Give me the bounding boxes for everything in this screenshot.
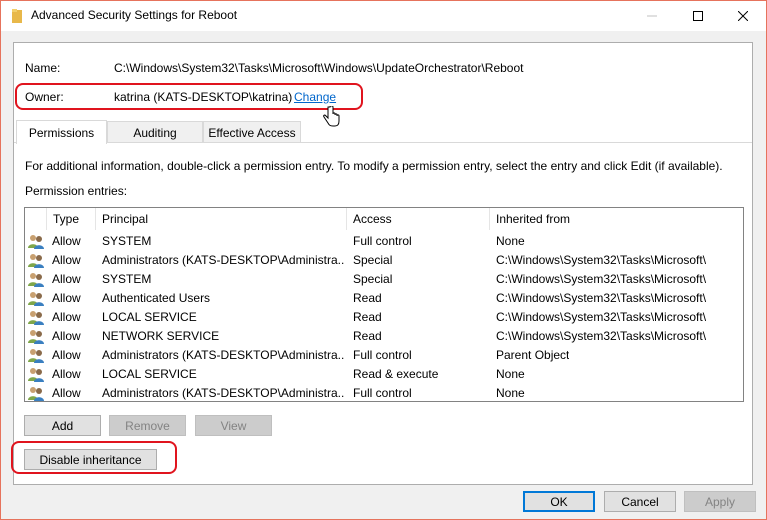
tab-permissions[interactable]: Permissions bbox=[16, 120, 107, 144]
entry-type: Allow bbox=[52, 329, 81, 343]
list-header: Type Principal Access Inherited from bbox=[25, 208, 743, 230]
entry-principal: LOCAL SERVICE bbox=[102, 310, 197, 324]
owner-label: Owner: bbox=[25, 90, 64, 104]
entry-inherited-from: C:\Windows\System32\Tasks\Microsoft\ bbox=[496, 253, 707, 267]
disable-inheritance-button[interactable]: Disable inheritance bbox=[24, 449, 157, 470]
entry-inherited-from: None bbox=[496, 367, 525, 381]
entry-access: Special bbox=[353, 253, 393, 267]
tab-effective-access[interactable]: Effective Access bbox=[203, 121, 301, 143]
column-header-access[interactable]: Access bbox=[347, 208, 490, 230]
entry-principal: Authenticated Users bbox=[102, 291, 211, 305]
users-icon bbox=[28, 310, 44, 325]
minimize-button[interactable] bbox=[629, 1, 675, 31]
entry-inherited-from: C:\Windows\System32\Tasks\Microsoft\ bbox=[496, 329, 707, 343]
permission-entry-row[interactable]: Allow LOCAL SERVICE Read & execute None bbox=[25, 365, 743, 384]
entry-access: Read bbox=[353, 291, 382, 305]
title-bar[interactable]: Advanced Security Settings for Reboot bbox=[1, 1, 766, 31]
name-label: Name: bbox=[25, 61, 61, 75]
change-owner-link[interactable]: Change bbox=[294, 90, 336, 104]
info-text: For additional information, double-click… bbox=[25, 159, 723, 173]
entry-principal: Administrators (KATS-DESKTOP\Administra.… bbox=[102, 253, 344, 267]
column-header-principal[interactable]: Principal bbox=[96, 208, 347, 230]
ok-button[interactable]: OK bbox=[523, 491, 595, 512]
tab-auditing[interactable]: Auditing bbox=[107, 121, 203, 143]
name-value: C:\Windows\System32\Tasks\Microsoft\Wind… bbox=[114, 61, 524, 75]
users-icon bbox=[28, 272, 44, 287]
users-icon bbox=[28, 386, 44, 401]
add-button[interactable]: Add bbox=[24, 415, 101, 436]
remove-button[interactable]: Remove bbox=[109, 415, 186, 436]
users-icon bbox=[28, 234, 44, 249]
column-header-icon[interactable] bbox=[25, 208, 47, 230]
hand-cursor-icon bbox=[323, 106, 340, 127]
permission-entries-label: Permission entries: bbox=[25, 184, 128, 198]
permission-entry-row[interactable]: Allow LOCAL SERVICE Read C:\Windows\System3… bbox=[25, 308, 743, 327]
maximize-icon bbox=[693, 11, 703, 21]
entry-access: Full control bbox=[353, 386, 412, 400]
entry-inherited-from: C:\Windows\System32\Tasks\Microsoft\ bbox=[496, 310, 707, 324]
cancel-button[interactable]: Cancel bbox=[604, 491, 676, 512]
users-icon bbox=[28, 329, 44, 344]
entry-access: Read & execute bbox=[353, 367, 439, 381]
users-icon bbox=[28, 348, 44, 363]
entry-type: Allow bbox=[52, 348, 81, 362]
entry-inherited-from: C:\Windows\System32\Tasks\Microsoft\ bbox=[496, 291, 707, 305]
tab-divider bbox=[14, 142, 752, 143]
entry-type: Allow bbox=[52, 272, 81, 286]
entry-type: Allow bbox=[52, 291, 81, 305]
main-panel: Name: C:\Windows\System32\Tasks\Microsof… bbox=[11, 42, 753, 485]
permission-entry-row[interactable]: Allow Administrators (KATS-DESKTOP\Admini… bbox=[25, 251, 743, 270]
advanced-security-window: Advanced Security Settings for Reboot Na… bbox=[0, 0, 767, 520]
entry-access: Read bbox=[353, 329, 382, 343]
entry-inherited-from: Parent Object bbox=[496, 348, 570, 362]
entry-inherited-from: None bbox=[496, 234, 525, 248]
column-header-inherited-from[interactable]: Inherited from bbox=[490, 208, 743, 230]
entry-access: Full control bbox=[353, 348, 412, 362]
users-icon bbox=[28, 291, 44, 306]
close-button[interactable] bbox=[720, 1, 766, 31]
users-icon bbox=[28, 253, 44, 268]
permission-entry-row[interactable]: Allow Administrators (KATS-DESKTOP\Admini… bbox=[25, 384, 743, 401]
entry-access: Full control bbox=[353, 234, 412, 248]
owner-value: katrina (KATS-DESKTOP\katrina) bbox=[114, 90, 293, 104]
permission-entry-row[interactable]: Allow SYSTEM Special C:\Windows\System32\Ta… bbox=[25, 270, 743, 289]
minimize-icon bbox=[647, 15, 657, 17]
entry-principal: SYSTEM bbox=[102, 272, 152, 286]
view-button[interactable]: View bbox=[195, 415, 272, 436]
entry-principal: NETWORK SERVICE bbox=[102, 329, 220, 343]
permission-entry-row[interactable]: Allow Authenticated Users Read C:\Windows\S… bbox=[25, 289, 743, 308]
column-header-type[interactable]: Type bbox=[47, 208, 96, 230]
close-icon bbox=[738, 11, 748, 21]
entry-inherited-from: C:\Windows\System32\Tasks\Microsoft\ bbox=[496, 272, 707, 286]
entry-type: Allow bbox=[52, 367, 81, 381]
permission-entry-row[interactable]: Allow SYSTEM Full control None bbox=[25, 232, 743, 251]
entry-type: Allow bbox=[52, 253, 81, 267]
apply-button[interactable]: Apply bbox=[684, 491, 756, 512]
entry-type: Allow bbox=[52, 310, 81, 324]
entry-inherited-from: None bbox=[496, 386, 525, 400]
entry-principal: LOCAL SERVICE bbox=[102, 367, 197, 381]
entry-type: Allow bbox=[52, 234, 81, 248]
window-title: Advanced Security Settings for Reboot bbox=[31, 8, 238, 22]
entry-type: Allow bbox=[52, 386, 81, 400]
entry-principal: Administrators (KATS-DESKTOP\Administra.… bbox=[102, 348, 344, 362]
entry-access: Special bbox=[353, 272, 393, 286]
users-icon bbox=[28, 367, 44, 382]
maximize-button[interactable] bbox=[675, 1, 721, 31]
permission-entry-row[interactable]: Allow NETWORK SERVICE Read C:\Windows\Syste… bbox=[25, 327, 743, 346]
permission-entry-row[interactable]: Allow Administrators (KATS-DESKTOP\Admini… bbox=[25, 346, 743, 365]
entry-principal: SYSTEM bbox=[102, 234, 152, 248]
entry-access: Read bbox=[353, 310, 382, 324]
permission-entries-list[interactable]: Type Principal Access Inherited from All… bbox=[24, 207, 744, 402]
folder-icon bbox=[12, 9, 22, 23]
entry-principal: Administrators (KATS-DESKTOP\Administra.… bbox=[102, 386, 344, 400]
